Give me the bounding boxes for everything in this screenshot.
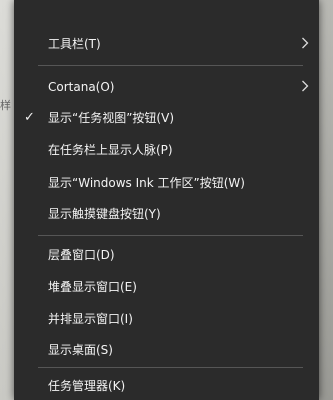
chevron-right-icon [302, 80, 309, 92]
menu-item-stack-windows[interactable]: 堆叠显示窗口(E) [14, 272, 319, 302]
menu-item-label: 工具栏(T) [48, 37, 101, 51]
background-text-fragment: 样 [0, 99, 11, 112]
checkmark-icon: ✓ [24, 110, 35, 125]
menu-item-task-manager[interactable]: 任务管理器(K) [14, 371, 319, 400]
menu-item-label: 堆叠显示窗口(E) [48, 280, 137, 294]
menu-item-label: Cortana(O) [48, 80, 115, 94]
menu-item-show-touch-keyboard-button[interactable]: 显示触摸键盘按钮(Y) [14, 199, 319, 229]
menu-item-label: 层叠窗口(D) [48, 248, 115, 262]
menu-item-show-desktop[interactable]: 显示桌面(S) [14, 335, 319, 365]
menu-item-cortana[interactable]: Cortana(O) [14, 72, 319, 102]
menu-item-label: 显示“任务视图”按钮(V) [48, 111, 175, 125]
menu-item-show-windows-ink-button[interactable]: 显示“Windows Ink 工作区”按钮(W) [14, 168, 319, 198]
menu-separator [38, 65, 303, 66]
menu-item-label: 并排显示窗口(I) [48, 312, 133, 326]
menu-item-toolbars[interactable]: 工具栏(T) [14, 29, 319, 59]
menu-item-side-by-side-windows[interactable]: 并排显示窗口(I) [14, 304, 319, 334]
menu-item-label: 显示触摸键盘按钮(Y) [48, 207, 161, 221]
menu-item-label: 显示桌面(S) [48, 343, 113, 357]
chevron-right-icon [302, 37, 309, 49]
taskbar-context-menu: 工具栏(T) Cortana(O) ✓ 显示“任务视图”按钮(V) 在任务栏上显… [14, 0, 319, 400]
menu-item-label: 任务管理器(K) [48, 379, 126, 393]
menu-separator [38, 367, 303, 368]
menu-item-show-people[interactable]: 在任务栏上显示人脉(P) [14, 135, 319, 165]
menu-item-label: 在任务栏上显示人脉(P) [48, 143, 173, 157]
menu-item-label: 显示“Windows Ink 工作区”按钮(W) [48, 176, 245, 190]
menu-item-show-task-view-button[interactable]: ✓ 显示“任务视图”按钮(V) [14, 103, 319, 133]
menu-separator [38, 235, 303, 236]
menu-item-cascade-windows[interactable]: 层叠窗口(D) [14, 240, 319, 270]
